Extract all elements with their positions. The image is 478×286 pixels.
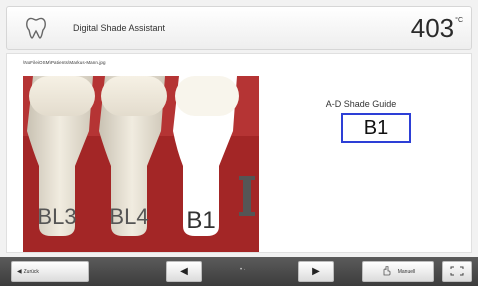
fullscreen-icon — [450, 266, 464, 278]
hand-pointer-icon — [381, 265, 391, 278]
back-button[interactable]: ◀ Zurück — [11, 261, 89, 282]
temperature-display: 403 °C — [411, 15, 463, 41]
tooth-icon — [21, 13, 51, 43]
back-button-label: Zurück — [23, 268, 39, 275]
shade-tab-label: B1 — [186, 207, 215, 234]
file-path: \NoFileiOSM\Patients\Markus-Mann.jpg — [23, 60, 106, 65]
shade-result-box: B1 — [341, 113, 411, 143]
manual-button[interactable]: Manuell — [362, 261, 434, 282]
shade-photo: BL3 BL4 B1 — [23, 76, 259, 252]
shade-guide-title: A-D Shade Guide — [325, 99, 397, 109]
temperature-value: 403 — [410, 13, 455, 43]
arrow-left-icon: ◀ — [180, 266, 188, 277]
main-content: \NoFileiOSM\Patients\Markus-Mann.jpg BL3… — [6, 53, 472, 253]
arrow-right-icon: ▶ — [312, 266, 320, 277]
shade-tab-label: BL3 — [37, 204, 76, 229]
page-title: Digital Shade Assistant — [73, 23, 166, 33]
page-indicator: • · — [240, 267, 246, 273]
fullscreen-button[interactable] — [442, 261, 472, 282]
shade-tab-label: BL4 — [109, 204, 148, 229]
manual-button-label: Manuell — [397, 268, 416, 275]
next-button[interactable]: ▶ — [298, 261, 334, 282]
temperature-unit: °C — [455, 17, 463, 24]
header-bar: Digital Shade Assistant 403 °C — [6, 6, 472, 50]
previous-button[interactable]: ◀ — [166, 261, 202, 282]
bottom-toolbar: ◀ Zurück ◀ • · ▶ Manuell — [0, 257, 478, 286]
chevron-left-icon: ◀ — [17, 269, 22, 275]
